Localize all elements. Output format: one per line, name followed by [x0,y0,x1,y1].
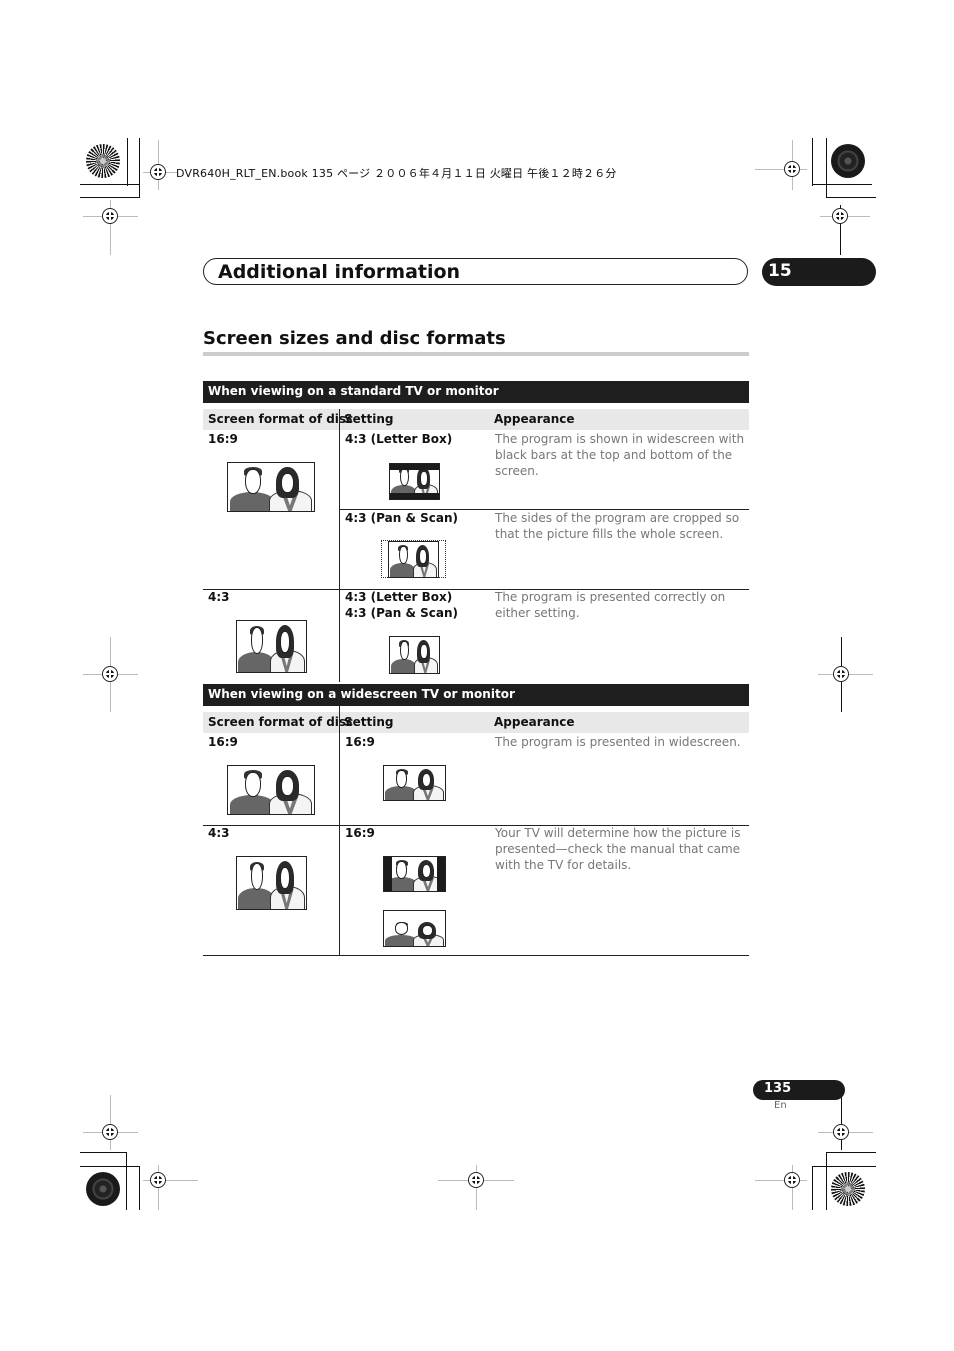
chapter-title: Additional information [218,261,461,283]
pan-scan-picture [388,541,439,578]
registration-mark-icon [150,1172,166,1188]
print-slug: DVR640H_RLT_EN.book 135 ページ ２００６年４月１１日 火… [176,167,617,180]
standard-picture [389,636,440,674]
page-number: 135 [764,1081,792,1096]
column-header: Screen format of disc [208,715,354,729]
setting-cell: 4:3 (Letter Box) [345,432,453,446]
chapter-header: Additional information [203,258,748,285]
widescreen-picture [383,765,446,801]
crop-line [127,138,128,186]
registration-starburst-icon [86,144,120,178]
registration-starburst-icon [831,1172,865,1206]
column-header: Screen format of disc [208,412,354,426]
section-rule [203,352,749,356]
registration-mark-icon [102,666,118,682]
disc-format-cell: 4:3 [208,590,230,604]
standard-picture [236,620,307,673]
crop-line [826,197,876,198]
crop-line [826,138,827,198]
column-header: Appearance [494,412,575,426]
letterbox-picture [389,463,440,500]
registration-starburst-icon [86,1172,120,1206]
chapter-number-badge: 15 [762,258,876,286]
appearance-cell: The program is presented in widescreen. [495,735,741,749]
widescreen-picture [227,765,315,815]
setting-cell: 4:3 (Letter Box) [345,590,453,604]
registration-starburst-icon [831,144,865,178]
registration-mark-icon [102,1124,118,1140]
stretched-picture [383,910,446,947]
registration-mark-icon [468,1172,484,1188]
setting-cell: 4:3 (Pan & Scan) [345,606,458,620]
crop-line [812,184,872,185]
widescreen-picture [227,462,315,512]
setting-cell: 4:3 (Pan & Scan) [345,511,458,525]
appearance-cell: Your TV will determine how the picture i… [495,826,741,872]
column-header: Setting [344,715,394,729]
registration-mark-icon [784,161,800,177]
registration-mark-icon [784,1172,800,1188]
table-band-title: When viewing on a widescreen TV or monit… [203,684,749,706]
page-number-badge: 135 [753,1080,845,1100]
pillarbox-picture [383,856,446,892]
setting-cell: 16:9 [345,735,375,749]
appearance-cell: The program is presented correctly on ei… [495,590,726,620]
setting-cell: 16:9 [345,826,375,840]
table-header-row: Screen format of disc Setting Appearance [203,712,749,733]
disc-format-cell: 16:9 [208,735,238,749]
crop-line [139,138,140,198]
table-header-row: Screen format of disc Setting Appearance [203,409,749,430]
registration-mark-icon [832,208,848,224]
registration-mark-icon [833,1124,849,1140]
appearance-cell: The program is shown in widescreen with … [495,432,745,478]
table-band-title: When viewing on a standard TV or monitor [203,381,749,403]
registration-mark-icon [102,208,118,224]
crop-line [80,184,140,185]
appearance-cell: The sides of the program are cropped so … [495,511,740,541]
disc-format-cell: 4:3 [208,826,230,840]
column-header: Appearance [494,715,575,729]
language-label: En [774,1100,787,1111]
crop-line [812,138,813,186]
disc-format-cell: 16:9 [208,432,238,446]
registration-mark-icon [833,666,849,682]
crop-line [80,197,140,198]
section-title: Screen sizes and disc formats [203,328,506,349]
column-header: Setting [344,412,394,426]
standard-picture [236,856,307,910]
registration-mark-icon [150,164,166,180]
